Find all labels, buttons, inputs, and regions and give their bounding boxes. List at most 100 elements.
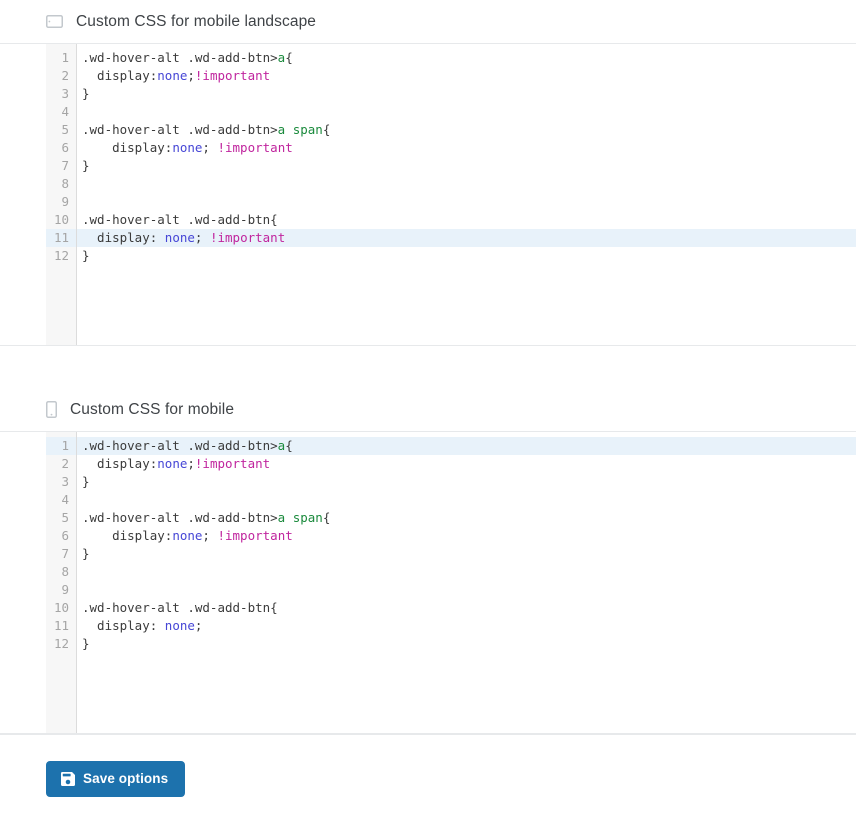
- code-token: none: [157, 456, 188, 471]
- code-line[interactable]: 12}: [46, 247, 856, 265]
- line-number: 4: [61, 492, 69, 507]
- line-content: .wd-hover-alt .wd-add-btn{: [76, 211, 278, 229]
- code-line[interactable]: 4: [46, 491, 856, 509]
- line-number: 3: [61, 474, 69, 489]
- line-number: 9: [61, 194, 69, 209]
- code-token: span: [292, 510, 323, 525]
- line-number: 4: [61, 104, 69, 119]
- line-number: 11: [53, 618, 69, 633]
- code-line[interactable]: 9: [46, 193, 856, 211]
- code-token: ;: [187, 456, 195, 471]
- save-actions: Save options: [0, 735, 856, 797]
- code-line[interactable]: 2 display:none;!important: [46, 67, 856, 85]
- code-token: display:: [82, 618, 165, 633]
- line-content: display: none;: [76, 617, 202, 635]
- code-line[interactable]: 2 display:none;!important: [46, 455, 856, 473]
- code-token: none: [172, 140, 203, 155]
- code-line[interactable]: 7}: [46, 545, 856, 563]
- line-content: display: none; !important: [76, 229, 285, 247]
- code-line[interactable]: 9: [46, 581, 856, 599]
- code-token: ;: [187, 68, 195, 83]
- line-number: 8: [61, 176, 69, 191]
- line-number: 1: [46, 437, 76, 455]
- code-token: none: [157, 68, 188, 83]
- code-line[interactable]: 4: [46, 103, 856, 121]
- code-token: }: [82, 248, 90, 263]
- code-token: !important: [209, 230, 286, 245]
- code-line[interactable]: 3}: [46, 473, 856, 491]
- line-content: }: [76, 85, 90, 103]
- code-editor-mobile[interactable]: 1 .wd-hover-alt .wd-add-btn>a{2 display:n…: [0, 432, 856, 734]
- line-number: 8: [61, 564, 69, 579]
- code-line[interactable]: 6 display:none; !important: [46, 527, 856, 545]
- line-number: 1: [61, 50, 69, 65]
- code-token: {: [285, 50, 293, 65]
- code-token: !important: [194, 456, 271, 471]
- code-lines: 1 .wd-hover-alt .wd-add-btn>a{2 display:n…: [46, 49, 856, 265]
- code-token: {: [270, 212, 278, 227]
- line-number: 10: [53, 212, 69, 227]
- code-token: !important: [217, 528, 293, 543]
- footer: Save options: [0, 734, 856, 797]
- line-content: .wd-hover-alt .wd-add-btn>a{: [76, 437, 293, 455]
- code-line[interactable]: 10 .wd-hover-alt .wd-add-btn{: [46, 211, 856, 229]
- line-content: }: [76, 545, 90, 563]
- code-line[interactable]: 5 .wd-hover-alt .wd-add-btn>a span{: [46, 121, 856, 139]
- code-token: }: [82, 158, 90, 173]
- code-token: {: [285, 438, 293, 453]
- line-content: }: [76, 247, 90, 265]
- line-content: display:none;!important: [76, 455, 270, 473]
- code-editor-mobile-landscape[interactable]: 1 .wd-hover-alt .wd-add-btn>a{2 display:n…: [0, 44, 856, 346]
- code-line[interactable]: 7}: [46, 157, 856, 175]
- code-line[interactable]: 11 display: none; !important: [46, 229, 856, 247]
- line-content: }: [76, 157, 90, 175]
- code-token: .wd-hover-alt .wd-add-btn: [82, 212, 271, 227]
- field-block-mobile-landscape: Custom CSS for mobile landscape 1 .wd-hov…: [0, 0, 856, 346]
- code-token: }: [82, 546, 90, 561]
- code-token: {: [322, 122, 331, 137]
- code-token: ;: [194, 230, 210, 245]
- code-token: .wd-hover-alt .wd-add-btn: [82, 600, 271, 615]
- mobile-landscape-icon: [46, 15, 63, 28]
- line-number: 2: [61, 456, 69, 471]
- line-number: 2: [61, 68, 69, 83]
- code-line[interactable]: 1 .wd-hover-alt .wd-add-btn>a{: [46, 49, 856, 67]
- code-line[interactable]: 11 display: none;: [46, 617, 856, 635]
- code-line[interactable]: 3}: [46, 85, 856, 103]
- code-line[interactable]: 8: [46, 563, 856, 581]
- code-line[interactable]: 6 display:none; !important: [46, 139, 856, 157]
- code-token: {: [270, 600, 278, 615]
- code-line[interactable]: 1 .wd-hover-alt .wd-add-btn>a{: [46, 437, 856, 455]
- code-line[interactable]: 12}: [46, 635, 856, 653]
- field-header: Custom CSS for mobile: [46, 388, 856, 431]
- code-token: !important: [217, 140, 293, 155]
- line-number: 7: [61, 546, 69, 561]
- code-line[interactable]: 8: [46, 175, 856, 193]
- line-content: .wd-hover-alt .wd-add-btn>a span{: [76, 121, 330, 139]
- line-content: .wd-hover-alt .wd-add-btn{: [76, 599, 278, 617]
- line-content: }: [76, 473, 90, 491]
- line-number: 12: [53, 248, 69, 263]
- mobile-portrait-icon: [46, 401, 57, 418]
- save-options-button[interactable]: Save options: [46, 761, 186, 797]
- code-token: none: [164, 618, 195, 633]
- code-token: !important: [194, 68, 271, 83]
- code-token: span: [292, 122, 323, 137]
- line-content: display:none;!important: [76, 67, 270, 85]
- line-number: 5: [61, 510, 69, 525]
- code-line[interactable]: 5 .wd-hover-alt .wd-add-btn>a span{: [46, 509, 856, 527]
- field-label: Custom CSS for mobile landscape: [76, 12, 317, 30]
- save-options-label: Save options: [83, 771, 169, 787]
- code-lines: 1 .wd-hover-alt .wd-add-btn>a{2 display:n…: [46, 437, 856, 653]
- floppy-disk-icon: [61, 772, 75, 786]
- field-label: Custom CSS for mobile: [70, 400, 235, 418]
- code-token: ;: [194, 618, 203, 633]
- line-number: 5: [61, 122, 69, 137]
- line-number: 7: [61, 158, 69, 173]
- code-token: ;: [202, 528, 218, 543]
- code-line[interactable]: 10 .wd-hover-alt .wd-add-btn{: [46, 599, 856, 617]
- line-content: display:none; !important: [76, 527, 293, 545]
